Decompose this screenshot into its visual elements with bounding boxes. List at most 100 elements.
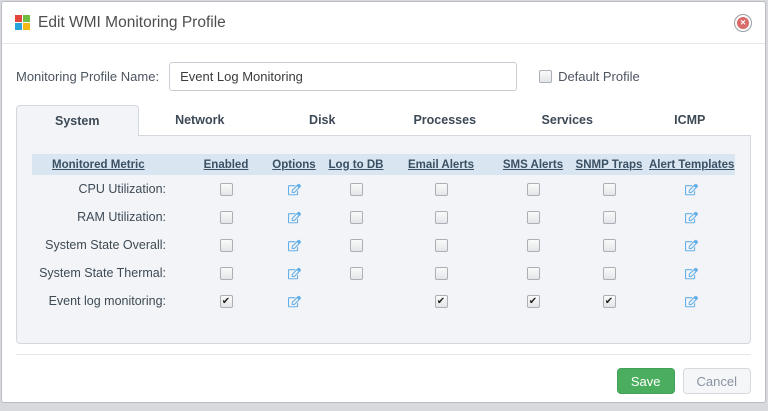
- cell-log-to-db: [327, 182, 385, 196]
- edit-icon[interactable]: [685, 211, 698, 224]
- close-icon: ✕: [737, 16, 749, 29]
- cell-email-alerts: [385, 238, 497, 252]
- default-profile-checkbox[interactable]: [539, 69, 553, 83]
- profile-name-input[interactable]: [169, 61, 518, 91]
- enabled-checkbox[interactable]: [219, 266, 233, 280]
- snmp-traps-checkbox[interactable]: [602, 210, 616, 224]
- cell-email-alerts: ✔: [385, 294, 497, 308]
- cell-options: [261, 295, 327, 308]
- cell-alert-templates: [649, 267, 734, 280]
- cell-enabled: [191, 210, 261, 224]
- footer-actions: Save Cancel: [16, 368, 751, 394]
- sms-alerts-checkbox[interactable]: [526, 182, 540, 196]
- table-row: CPU Utilization:: [32, 175, 735, 203]
- metric-label: CPU Utilization:: [78, 182, 166, 196]
- windows-logo-icon: [15, 15, 30, 30]
- log-to-db-checkbox[interactable]: [349, 210, 363, 224]
- edit-icon[interactable]: [287, 183, 301, 196]
- cancel-button[interactable]: Cancel: [682, 368, 751, 394]
- snmp-traps-checkbox[interactable]: [602, 182, 616, 196]
- metric-label: System State Thermal:: [39, 266, 166, 280]
- tab-processes[interactable]: Processes: [383, 105, 506, 136]
- cell-sms-alerts: [497, 266, 569, 280]
- sms-alerts-checkbox[interactable]: [526, 266, 540, 280]
- snmp-traps-checkbox[interactable]: [602, 238, 616, 252]
- cell-snmp-traps: [569, 238, 649, 252]
- snmp-traps-checkbox[interactable]: [602, 266, 616, 280]
- cell-enabled: [191, 182, 261, 196]
- cell-snmp-traps: ✔: [569, 294, 649, 308]
- metric-label: RAM Utilization:: [77, 210, 166, 224]
- table-row: Event log monitoring: ✔ ✔ ✔ ✔: [32, 287, 735, 315]
- log-to-db-checkbox[interactable]: [349, 238, 363, 252]
- edit-icon[interactable]: [287, 295, 301, 308]
- column-header-monitored-metric[interactable]: Monitored Metric: [32, 159, 191, 171]
- edit-icon[interactable]: [287, 211, 301, 224]
- metric-label: System State Overall:: [45, 238, 166, 252]
- close-button[interactable]: ✕: [734, 13, 752, 32]
- table-body: CPU Utilization: RAM Utilization: System S…: [17, 175, 750, 315]
- default-profile-label: Default Profile: [558, 68, 640, 84]
- metric-label: Event log monitoring:: [48, 294, 166, 308]
- dialog-header: Edit WMI Monitoring Profile ✕: [2, 2, 765, 44]
- edit-icon[interactable]: [685, 267, 698, 280]
- cell-alert-templates: [649, 295, 734, 308]
- table-row: System State Thermal:: [32, 259, 735, 287]
- tab-disk[interactable]: Disk: [261, 105, 384, 136]
- cell-log-to-db: [327, 238, 385, 252]
- column-header-log-to-db[interactable]: Log to DB: [327, 159, 385, 171]
- tab-system[interactable]: System: [16, 105, 139, 136]
- table-row: RAM Utilization:: [32, 203, 735, 231]
- tab-network[interactable]: Network: [138, 105, 261, 136]
- table-row: System State Overall:: [32, 231, 735, 259]
- cell-enabled: [191, 266, 261, 280]
- enabled-checkbox[interactable]: [219, 238, 233, 252]
- cell-options: [261, 183, 327, 196]
- column-header-options[interactable]: Options: [261, 159, 327, 171]
- cell-log-to-db: [327, 210, 385, 224]
- snmp-traps-checkbox[interactable]: ✔: [602, 294, 616, 308]
- cell-sms-alerts: [497, 182, 569, 196]
- cell-options: [261, 211, 327, 224]
- cell-alert-templates: [649, 239, 734, 252]
- column-header-email-alerts[interactable]: Email Alerts: [385, 159, 497, 171]
- edit-icon[interactable]: [685, 239, 698, 252]
- log-to-db-checkbox[interactable]: [349, 182, 363, 196]
- dialog-title: Edit WMI Monitoring Profile: [38, 13, 226, 31]
- column-header-sms-alerts[interactable]: SMS Alerts: [497, 159, 569, 171]
- email-alerts-checkbox[interactable]: [434, 182, 448, 196]
- edit-icon[interactable]: [287, 267, 301, 280]
- email-alerts-checkbox[interactable]: [434, 238, 448, 252]
- tab-icmp[interactable]: ICMP: [628, 105, 751, 136]
- enabled-checkbox[interactable]: [219, 210, 233, 224]
- log-to-db-checkbox[interactable]: [349, 266, 363, 280]
- tab-services[interactable]: Services: [506, 105, 629, 136]
- email-alerts-checkbox[interactable]: [434, 210, 448, 224]
- column-header-snmp-traps[interactable]: SNMP Traps: [569, 159, 649, 171]
- edit-icon[interactable]: [685, 295, 698, 308]
- cell-sms-alerts: [497, 238, 569, 252]
- cell-enabled: ✔: [191, 294, 261, 308]
- column-header-alert-templates[interactable]: Alert Templates: [649, 159, 734, 171]
- save-button[interactable]: Save: [616, 368, 675, 394]
- email-alerts-checkbox[interactable]: [434, 266, 448, 280]
- default-profile-option: Default Profile: [539, 69, 640, 84]
- enabled-checkbox[interactable]: ✔: [219, 294, 233, 308]
- cell-options: [261, 239, 327, 252]
- edit-icon[interactable]: [287, 239, 301, 252]
- sms-alerts-checkbox[interactable]: [526, 210, 540, 224]
- cell-sms-alerts: ✔: [497, 294, 569, 308]
- cell-email-alerts: [385, 182, 497, 196]
- cell-log-to-db: [327, 266, 385, 280]
- table-header-row: Monitored Metric Enabled Options Log to DB E…: [32, 154, 735, 175]
- sms-alerts-checkbox[interactable]: ✔: [526, 294, 540, 308]
- edit-wmi-monitoring-profile-dialog: Edit WMI Monitoring Profile ✕ Monitoring…: [1, 1, 766, 403]
- sms-alerts-checkbox[interactable]: [526, 238, 540, 252]
- enabled-checkbox[interactable]: [219, 182, 233, 196]
- footer-divider: [16, 354, 751, 355]
- cell-alert-templates: [649, 211, 734, 224]
- email-alerts-checkbox[interactable]: ✔: [434, 294, 448, 308]
- column-header-enabled[interactable]: Enabled: [191, 159, 261, 171]
- profile-name-row: Monitoring Profile Name: Default Profile: [16, 61, 751, 91]
- edit-icon[interactable]: [685, 183, 698, 196]
